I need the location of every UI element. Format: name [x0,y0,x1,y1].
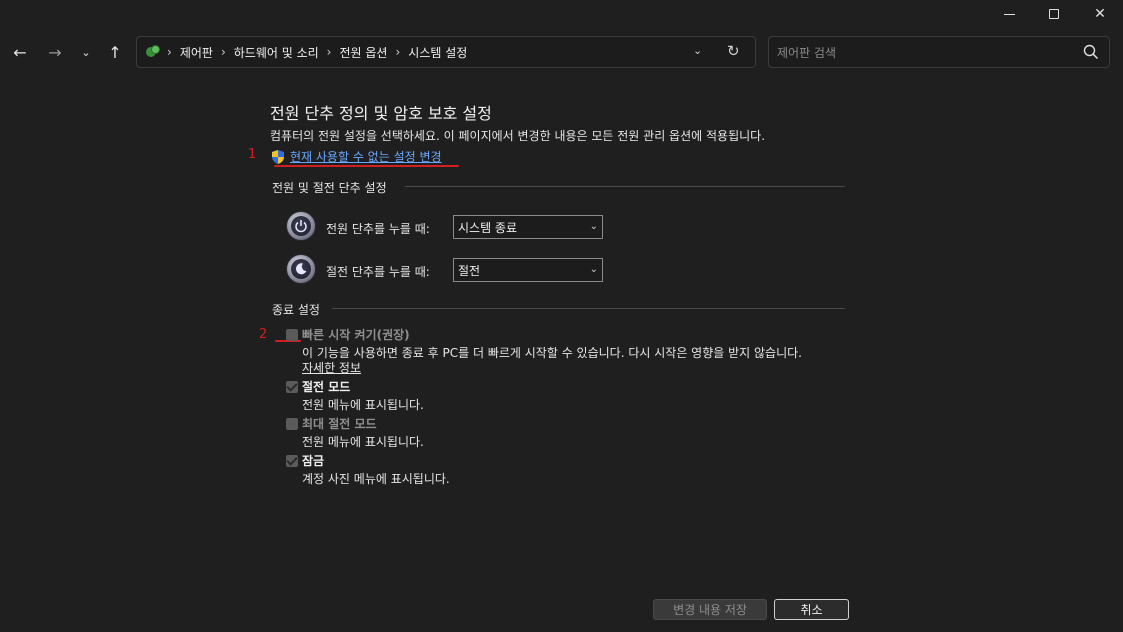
minimize-button[interactable] [986,0,1032,28]
chevron-down-icon: ⌄ [81,45,91,59]
refresh-button[interactable]: ↻ [727,42,740,60]
arrow-left-icon: ← [13,42,27,62]
breadcrumb-separator-icon: › [220,45,226,59]
sleep-checkbox[interactable] [286,380,298,393]
section-divider [405,186,845,187]
close-button[interactable]: ✕ [1077,0,1123,28]
power-button-action-select[interactable]: 시스템 종료 ⌄ [453,215,603,239]
breadcrumb-hardware-sound[interactable]: 하드웨어 및 소리 [234,44,319,61]
refresh-icon: ↻ [727,42,740,60]
back-button[interactable]: ← [6,38,34,66]
sleep-option: 절전 모드 [286,378,350,395]
sleep-description: 전원 메뉴에 표시됩니다. [302,398,424,412]
recent-locations-button[interactable]: ⌄ [72,38,100,66]
power-button-action-value: 시스템 종료 [458,220,518,235]
close-icon: ✕ [1094,6,1106,22]
sleep-button-label: 절전 단추를 누를 때: [326,265,430,279]
uac-shield-icon [272,149,284,164]
search-box[interactable] [768,36,1110,68]
hibernate-description: 전원 메뉴에 표시됩니다. [302,435,424,449]
fast-startup-option: 빠른 시작 켜기(권장) [286,326,410,343]
search-icon[interactable] [1083,44,1099,60]
breadcrumb-system-settings[interactable]: 시스템 설정 [408,44,467,61]
cancel-button[interactable]: 취소 [774,599,849,620]
hibernate-option: 최대 절전 모드 [286,415,377,432]
page-title: 전원 단추 정의 및 암호 보호 설정 [270,104,492,123]
sleep-button-action-value: 절전 [458,263,481,278]
power-button-label: 전원 단추를 누를 때: [326,222,430,236]
maximize-button[interactable] [1031,0,1077,28]
chevron-down-icon: ⌄ [589,264,598,275]
breadcrumb-power-options[interactable]: 전원 옵션 [339,44,387,61]
breadcrumb-separator-icon: › [395,45,401,59]
save-changes-button[interactable]: 변경 내용 저장 [653,599,767,620]
sleep-label: 절전 모드 [302,380,351,394]
shutdown-section-header: 종료 설정 [272,303,320,317]
hibernate-label: 최대 절전 모드 [302,417,377,431]
address-bar[interactable]: › 제어판 › 하드웨어 및 소리 › 전원 옵션 › 시스템 설정 ⌄ ↻ [136,36,756,68]
lock-label: 잠금 [302,454,325,468]
address-dropdown-button[interactable]: ⌄ [693,44,702,57]
arrow-right-icon: → [48,42,62,62]
fast-startup-checkbox[interactable] [286,328,298,341]
page-description: 컴퓨터의 전원 설정을 선택하세요. 이 페이지에서 변경한 내용은 모든 전원… [270,129,766,143]
control-panel-icon [145,44,161,60]
annotation-number-2: 2 [259,327,268,342]
breadcrumb-separator-icon: › [326,45,332,59]
change-unavailable-settings-link[interactable]: 현재 사용할 수 없는 설정 변경 [290,148,442,165]
minimize-icon [1003,13,1015,15]
control-panel-window: ✕ ← → ⌄ ↑ › 제어판 › 하드웨어 및 소리 › 전원 옵션 › 시스… [0,0,1123,632]
fast-startup-label: 빠른 시작 켜기(권장) [302,328,410,342]
chevron-down-icon: ⌄ [589,221,598,232]
power-section-header: 전원 및 절전 단추 설정 [272,181,387,195]
lock-option: 잠금 [286,452,324,469]
breadcrumb-separator-icon: › [167,45,172,59]
section-divider [332,308,845,309]
up-button[interactable]: ↑ [101,38,129,66]
annotation-underline-1 [274,165,459,167]
lock-checkbox[interactable] [286,454,298,467]
power-button-icon [286,211,316,241]
sleep-button-icon [286,254,316,284]
change-settings-link-row: 현재 사용할 수 없는 설정 변경 [270,148,442,165]
annotation-number-1: 1 [248,147,257,162]
title-bar: ✕ [0,0,1123,30]
lock-description: 계정 사진 메뉴에 표시됩니다. [302,472,450,486]
fast-startup-description: 이 기능을 사용하면 종료 후 PC를 더 빠르게 시작할 수 있습니다. 다시… [302,346,802,360]
maximize-icon [1049,9,1059,19]
search-input[interactable] [777,43,1067,63]
breadcrumb-control-panel[interactable]: 제어판 [180,44,213,61]
forward-button[interactable]: → [41,38,69,66]
chevron-down-icon: ⌄ [693,44,703,57]
arrow-up-icon: ↑ [108,42,122,62]
hibernate-checkbox[interactable] [286,417,298,430]
sleep-button-action-select[interactable]: 절전 ⌄ [453,258,603,282]
more-info-link[interactable]: 자세한 정보 [302,359,361,376]
